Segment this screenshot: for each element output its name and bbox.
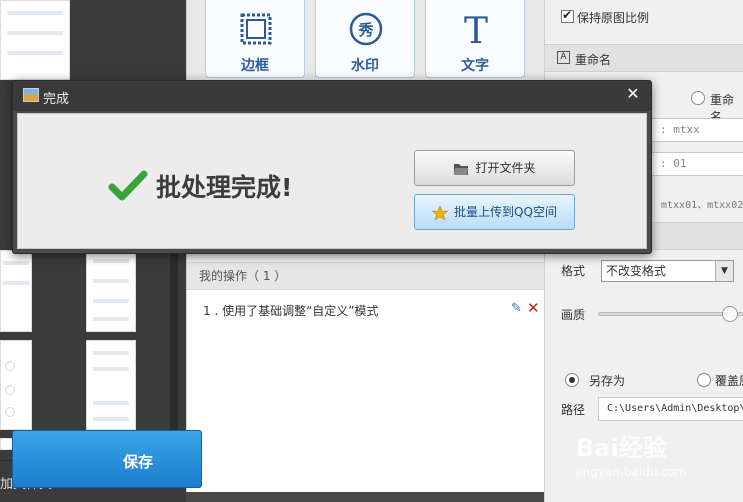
thumbnail[interactable] xyxy=(86,340,136,430)
operation-item: 1 . 使用了基础调整“自定义”模式 xyxy=(203,304,379,318)
operations-header: 我的操作（ 1 ） xyxy=(187,262,545,290)
rename-section-header: A 重命名 xyxy=(545,44,743,72)
quality-slider-handle[interactable] xyxy=(722,306,738,322)
operations-list: 1 . 使用了基础调整“自定义”模式 ✎ ✕ xyxy=(187,290,545,492)
quality-label: 画质 xyxy=(561,308,586,322)
overwrite-label: 覆盖原 xyxy=(715,374,743,388)
dialog-titlebar: 完成 ✕ xyxy=(13,81,651,111)
rename-example: mtxx01、mtxx02 xyxy=(661,200,743,211)
thumbnail[interactable] xyxy=(0,250,32,332)
thumbnail[interactable] xyxy=(0,340,32,430)
rename-radio[interactable] xyxy=(691,91,705,105)
keep-ratio-checkbox[interactable] xyxy=(561,8,574,23)
rename-section-label: 重命名 xyxy=(575,53,612,67)
batch-complete-dialog: 完成 ✕ 批处理完成! 打开文件夹 批量上传到QQ空间 xyxy=(12,80,652,254)
format-label: 格式 xyxy=(561,264,586,278)
border-tool-label: 边框 xyxy=(241,58,269,74)
watermark-stamp-icon: 秀 xyxy=(349,12,383,46)
watermark-tool-label: 水印 xyxy=(351,58,379,74)
path-label: 路径 xyxy=(561,403,586,417)
dialog-title: 完成 xyxy=(43,92,70,107)
path-input[interactable]: C:\Users\Admin\Desktop\ xyxy=(598,397,743,421)
watermark-glyph: 秀 xyxy=(357,21,374,39)
border-frame-icon xyxy=(240,13,272,45)
keep-ratio-label: 保持原图比例 xyxy=(577,11,650,25)
open-folder-label: 打开文件夹 xyxy=(475,161,536,175)
open-folder-button[interactable]: 打开文件夹 xyxy=(414,150,575,186)
prefix-input[interactable]: : mtxx xyxy=(651,118,743,142)
save-button[interactable]: 保存 xyxy=(12,430,202,488)
save-button-label: 保存 xyxy=(122,454,153,471)
start-number-input[interactable]: : 01 xyxy=(651,152,743,176)
close-icon[interactable]: ✕ xyxy=(623,84,643,104)
save-as-label: 另存为 xyxy=(589,374,626,388)
format-select[interactable]: 不改变格式 ▼ xyxy=(601,260,734,282)
format-select-value: 不改变格式 xyxy=(606,264,667,278)
upload-qzone-label: 批量上传到QQ空间 xyxy=(454,205,557,219)
thumbnail[interactable] xyxy=(0,0,70,80)
text-tool-button[interactable]: T 文字 xyxy=(425,0,525,78)
completion-message: 批处理完成! xyxy=(156,173,293,202)
folder-icon xyxy=(454,163,469,175)
overwrite-radio[interactable] xyxy=(697,373,711,387)
text-glyph: T xyxy=(464,11,488,47)
picture-icon xyxy=(23,88,39,102)
text-tool-label: 文字 xyxy=(461,58,489,74)
delete-x-icon[interactable]: ✕ xyxy=(527,301,541,316)
tool-strip: 边框 秀 水印 T 文字 xyxy=(187,0,545,78)
rename-section-icon: A xyxy=(557,51,570,64)
save-as-radio[interactable] xyxy=(565,373,579,387)
border-tool-button[interactable]: 边框 xyxy=(205,0,305,78)
star-icon xyxy=(432,205,449,220)
dialog-body: 批处理完成! 打开文件夹 批量上传到QQ空间 xyxy=(17,113,647,249)
watermark-tool-button[interactable]: 秀 水印 xyxy=(315,0,415,78)
chevron-down-icon: ▼ xyxy=(715,261,733,281)
edit-pencil-icon[interactable]: ✎ xyxy=(511,302,525,316)
upload-qzone-button[interactable]: 批量上传到QQ空间 xyxy=(414,194,575,230)
thumbnail[interactable] xyxy=(86,250,136,332)
checkmark-icon xyxy=(108,170,148,201)
text-T-icon: T xyxy=(464,11,488,47)
